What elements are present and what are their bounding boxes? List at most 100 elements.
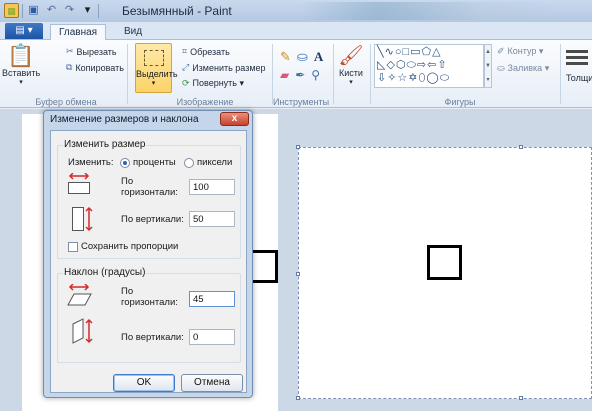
skew-horizontal-label-1: По: [121, 286, 134, 297]
percent-radio[interactable]: [120, 158, 130, 168]
image-group-label: Изображение: [176, 97, 234, 107]
resize-handle[interactable]: [519, 396, 523, 400]
ribbon: 📋 Вставить ▾ ✂ Вырезать ⧉ Копировать Буф…: [0, 40, 592, 108]
clipboard-group-label: Буфер обмена: [35, 97, 97, 107]
resize-horizontal-input[interactable]: [189, 179, 235, 195]
vertical-skew-icon: [72, 318, 93, 344]
resize-by-label: Изменить:: [68, 157, 114, 168]
paste-label: Вставить: [2, 68, 41, 78]
resize-label: Изменить размер: [192, 62, 266, 73]
drawn-square: [427, 245, 462, 280]
chevron-down-icon: ▾: [19, 79, 23, 86]
copy-button[interactable]: ⧉ Копировать: [66, 62, 124, 73]
pixels-label[interactable]: пиксели: [197, 157, 232, 168]
cut-button[interactable]: ✂ Вырезать: [66, 46, 117, 57]
toolbar-separator: [98, 3, 99, 18]
shapes-scroll[interactable]: ▲ ▼ ▾: [484, 44, 492, 88]
clipboard-icon: 📋: [7, 43, 35, 68]
thickness-line-icon: [566, 50, 588, 53]
quick-access-toolbar: ▦ ▣ ↶ ↷ ▾: [4, 3, 99, 18]
tab-view[interactable]: Вид: [116, 24, 150, 41]
pencil-icon[interactable]: ✎: [280, 49, 291, 65]
resize-button[interactable]: ⤢ Изменить размер: [182, 62, 266, 73]
brushes-button[interactable]: 🖌 Кисти ▾: [335, 44, 367, 86]
skew-vertical-label: По вертикали:: [121, 332, 184, 343]
cut-label: Вырезать: [76, 46, 117, 57]
crop-label: Обрезать: [190, 46, 230, 57]
dialog-body: Изменить размер Изменить: проценты пиксе…: [50, 130, 247, 393]
horizontal-resize-icon: [68, 173, 90, 194]
resize-handle[interactable]: [519, 145, 523, 149]
paint-app-icon[interactable]: ▦: [4, 3, 19, 18]
redo-icon[interactable]: ↷: [62, 3, 77, 18]
fill-bucket-icon[interactable]: ⛀: [297, 49, 308, 65]
crop-icon: ⌗: [182, 46, 188, 56]
skew-vertical-input[interactable]: [189, 329, 235, 345]
outline-icon: ✐: [497, 46, 505, 56]
horizontal-skew-icon: [67, 284, 92, 306]
group-separator: [127, 44, 128, 104]
file-menu-button[interactable]: ▤ ▾: [5, 23, 43, 39]
brush-icon: 🖌: [338, 45, 364, 67]
undo-icon[interactable]: ↶: [44, 3, 59, 18]
crop-button[interactable]: ⌗ Обрезать: [182, 46, 230, 57]
tools-row-2: ▰ ✒ ⚲: [280, 68, 320, 82]
paste-button[interactable]: 📋 Вставить ▾: [2, 43, 41, 87]
thickness-button[interactable]: Толщин: [566, 48, 592, 83]
shapes-gallery[interactable]: ╲∿○□▭⬠△ ◺◇⬡⬭⇨⇦⇧ ⇩✧☆✡⬯◯⬭: [374, 44, 484, 88]
group-separator: [370, 44, 371, 104]
pixels-radio[interactable]: [184, 158, 194, 168]
keep-ratio-label[interactable]: Сохранить пропорции: [81, 241, 178, 252]
skew-horizontal-label-2: горизонтали:: [121, 297, 178, 308]
copy-label: Копировать: [75, 62, 124, 73]
group-separator: [333, 44, 334, 104]
dialog-title: Изменение размеров и наклона: [50, 114, 199, 125]
thickness-line-icon: [566, 62, 588, 65]
percent-label[interactable]: проценты: [133, 157, 176, 168]
ok-button[interactable]: OK: [113, 374, 175, 392]
save-icon[interactable]: ▣: [26, 3, 41, 18]
vertical-resize-icon: [72, 206, 93, 232]
copy-icon: ⧉: [66, 62, 73, 72]
resize-vertical-input[interactable]: [189, 211, 235, 227]
eraser-icon[interactable]: ▰: [280, 68, 289, 82]
rotate-label: Повернуть ▾: [192, 78, 245, 88]
title-glass-background: [300, 2, 560, 20]
fill-label: Заливка ▾: [507, 63, 550, 73]
resize-vertical-label: По вертикали:: [121, 214, 184, 225]
select-button[interactable]: Выделить ▾: [135, 43, 178, 93]
keep-ratio-checkbox[interactable]: [68, 242, 78, 252]
skew-legend: Наклон (градусы): [63, 267, 147, 278]
thickness-line-icon: [566, 56, 588, 59]
color-picker-icon[interactable]: ✒: [295, 68, 305, 82]
window-title: Безымянный - Paint: [122, 4, 232, 18]
title-bar: ▦ ▣ ↶ ↷ ▾ Безымянный - Paint: [0, 0, 592, 22]
resize-handle[interactable]: [296, 145, 300, 149]
shapes-group-label: Фигуры: [444, 97, 476, 107]
resize-horizontal-label-1: По: [121, 176, 134, 187]
tools-row-1: ✎ ⛀ A: [280, 49, 323, 65]
ribbon-tab-bar: ▤ ▾ Главная Вид: [0, 22, 592, 41]
tab-home[interactable]: Главная: [50, 24, 107, 41]
select-label: Выделить: [136, 69, 178, 79]
text-tool-icon[interactable]: A: [314, 49, 323, 65]
fill-button[interactable]: ⛀ Заливка ▾: [497, 63, 549, 74]
skew-horizontal-input[interactable]: [189, 291, 235, 307]
close-button[interactable]: x: [220, 112, 249, 126]
outline-button[interactable]: ✐ Контур ▾: [497, 46, 543, 57]
chevron-down-icon: ▾: [349, 79, 353, 86]
resize-horizontal-label-2: горизонтали:: [121, 187, 178, 198]
brushes-label: Кисти: [339, 68, 363, 78]
rotate-button[interactable]: ⟳ Повернуть ▾: [182, 78, 244, 89]
resize-skew-dialog: Изменение размеров и наклона x Изменить …: [43, 110, 253, 398]
resize-handle[interactable]: [296, 272, 300, 276]
customize-toolbar-icon[interactable]: ▾: [80, 3, 95, 18]
rotate-icon: ⟳: [182, 78, 190, 88]
resize-handle[interactable]: [296, 396, 300, 400]
selection-marquee-icon: [143, 50, 164, 66]
cancel-button[interactable]: Отмена: [181, 374, 243, 392]
toolbar-separator: [22, 3, 23, 18]
magnifier-icon[interactable]: ⚲: [311, 68, 320, 82]
thickness-label: Толщин: [566, 73, 592, 83]
scissors-icon: ✂: [66, 46, 74, 56]
